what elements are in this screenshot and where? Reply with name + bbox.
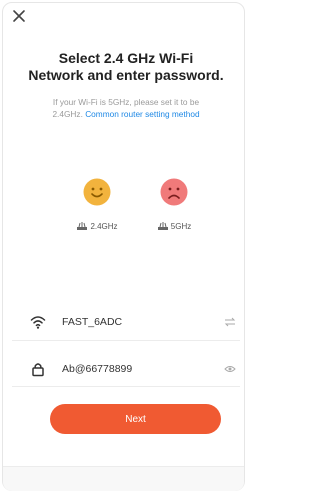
router-setting-link[interactable]: Common router setting method <box>85 109 199 119</box>
page-subtitle: If your Wi-Fi is 5GHz, please set it to … <box>0 96 252 120</box>
happy-face-icon <box>83 178 111 206</box>
title-line-1: Select 2.4 GHz Wi-Fi <box>58 50 194 66</box>
next-button[interactable]: Next <box>50 404 221 434</box>
eye-icon[interactable] <box>224 364 236 374</box>
band-5ghz-label: 5GHz <box>170 221 192 231</box>
divider <box>12 340 240 341</box>
band-24ghz: 2.4GHz <box>67 178 127 231</box>
subtitle-line-1: If your Wi-Fi is 5GHz, please set it to … <box>52 97 200 107</box>
wifi-icon <box>30 316 46 329</box>
router-icon <box>77 222 88 230</box>
subtitle-line-2: 2.4GHz. Common router setting method <box>0 108 252 120</box>
band-24ghz-label-row: 2.4GHz <box>67 221 127 231</box>
divider <box>12 386 240 387</box>
bottom-bar <box>3 466 244 491</box>
wifi-ssid-value: FAST_6ADC <box>62 316 123 328</box>
sad-face-icon <box>160 178 188 206</box>
subtitle-line-2-prefix: 2.4GHz. <box>52 109 83 119</box>
lock-icon <box>32 363 44 377</box>
password-field[interactable]: Ab@66778899 <box>30 358 248 380</box>
page-title: Select 2.4 GHz Wi-Fi Network and enter p… <box>0 50 252 84</box>
router-icon <box>157 222 168 230</box>
band-24ghz-label: 2.4GHz <box>90 221 118 231</box>
switch-network-icon[interactable] <box>224 317 236 327</box>
password-value: Ab@66778899 <box>62 363 133 375</box>
close-icon[interactable] <box>11 8 27 24</box>
band-5ghz-label-row: 5GHz <box>144 221 204 231</box>
band-5ghz: 5GHz <box>144 178 204 231</box>
wifi-network-field[interactable]: FAST_6ADC <box>30 311 248 333</box>
title-line-2: Network and enter password. <box>28 67 224 83</box>
